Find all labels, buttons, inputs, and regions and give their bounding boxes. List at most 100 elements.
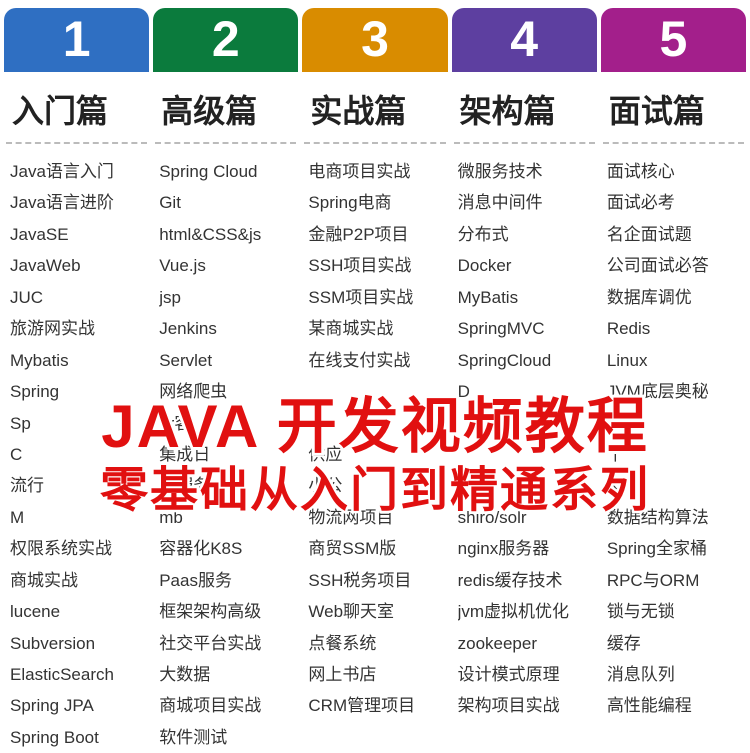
list-item: 集成日	[159, 439, 292, 470]
column-5: 5 面试篇 面试核心面试必考名企面试题公司面试必答数据库调优RedisLinux…	[601, 8, 746, 750]
column-header-5: 5	[601, 8, 746, 72]
column-4: 4 架构篇 微服务技术消息中间件分布式DockerMyBatisSpringMV…	[452, 8, 597, 750]
list-item: 千	[607, 439, 740, 470]
list-item: Git	[159, 187, 292, 218]
list-item	[308, 376, 441, 407]
list-item: 面试必考	[607, 187, 740, 218]
list-item: Spring Cloud	[159, 156, 292, 187]
column-header-2: 2	[153, 8, 298, 72]
column-header-3: 3	[302, 8, 447, 72]
list-item: 物流网项目	[308, 502, 441, 533]
list-item	[458, 439, 591, 470]
column-number-4: 4	[452, 14, 597, 64]
list-item: 架构项目实战	[458, 690, 591, 721]
list-item: Linux	[607, 345, 740, 376]
list-item: Spring JPA	[10, 690, 143, 721]
list-item: 名企面试题	[607, 219, 740, 250]
list-item: nginx服务器	[458, 533, 591, 564]
list-item: SSM项目实战	[308, 282, 441, 313]
list-item: 微服务	[159, 470, 292, 501]
list-item: D	[458, 376, 591, 407]
column-items-2: Spring CloudGithtml&CSS&jsVue.jsjspJenki…	[153, 156, 298, 753]
list-item: 旅游网实战	[10, 313, 143, 344]
list-item: jvm虚拟机优化	[458, 596, 591, 627]
list-item: 分布式	[458, 219, 591, 250]
column-title-5: 面试篇	[603, 72, 744, 144]
list-item: 微服务技术	[458, 156, 591, 187]
column-title-3: 实战篇	[304, 72, 445, 144]
list-item: SpringCloud	[458, 345, 591, 376]
list-item: shiro/solr	[458, 502, 591, 533]
list-item: 容器化K8S	[159, 533, 292, 564]
column-3: 3 实战篇 电商项目实战Spring电商金融P2P项目SSH项目实战SSM项目实…	[302, 8, 447, 750]
list-item: 小公	[308, 470, 441, 501]
list-item: 公司面试必答	[607, 250, 740, 281]
column-2: 2 高级篇 Spring CloudGithtml&CSS&jsVue.jsjs…	[153, 8, 298, 750]
list-item: 某商城实战	[308, 313, 441, 344]
list-item: mb	[159, 502, 292, 533]
column-1: 1 入门篇 Java语言入门Java语言进阶JavaSEJavaWebJUC旅游…	[4, 8, 149, 750]
list-item: SSH税务项目	[308, 565, 441, 596]
list-item: html&CSS&js	[159, 219, 292, 250]
column-title-2: 高级篇	[155, 72, 296, 144]
list-item: 电商项目实战	[308, 156, 441, 187]
list-item: Spring电商	[308, 187, 441, 218]
list-item: 网络爬虫	[159, 376, 292, 407]
list-item: 网上书店	[308, 659, 441, 690]
list-item: Spring Boot	[10, 722, 143, 753]
columns-container: 1 入门篇 Java语言入门Java语言进阶JavaSEJavaWebJUC旅游…	[0, 0, 750, 750]
list-item: zookeeper	[458, 628, 591, 659]
list-item: 框架架构高级	[159, 596, 292, 627]
list-item: JVM底层奥秘	[607, 376, 740, 407]
column-number-2: 2	[153, 14, 298, 64]
list-item: Sp	[10, 408, 143, 439]
list-item	[607, 408, 740, 439]
list-item: 消息队列	[607, 659, 740, 690]
list-item: 数据库调优	[607, 282, 740, 313]
list-item: 面试核心	[607, 156, 740, 187]
list-item: 数据结构算法	[607, 502, 740, 533]
list-item: 消息中间件	[458, 187, 591, 218]
list-item: 设计模式原理	[458, 659, 591, 690]
column-header-1: 1	[4, 8, 149, 72]
list-item: JavaSE	[10, 219, 143, 250]
list-item: Subversion	[10, 628, 143, 659]
list-item: ElasticSearch	[10, 659, 143, 690]
list-item: Java语言进阶	[10, 187, 143, 218]
list-item: er客	[159, 408, 292, 439]
list-item: Vue.js	[159, 250, 292, 281]
column-number-1: 1	[4, 14, 149, 64]
list-item: MyBatis	[458, 282, 591, 313]
list-item: 流行	[10, 470, 143, 501]
column-items-4: 微服务技术消息中间件分布式DockerMyBatisSpringMVCSprin…	[452, 156, 597, 722]
column-title-1: 入门篇	[6, 72, 147, 144]
list-item: 权限系统实战	[10, 533, 143, 564]
column-items-1: Java语言入门Java语言进阶JavaSEJavaWebJUC旅游网实战Myb…	[4, 156, 149, 753]
column-number-5: 5	[601, 14, 746, 64]
list-item	[308, 408, 441, 439]
list-item: Docker	[458, 250, 591, 281]
list-item: Redis	[607, 313, 740, 344]
list-item: 发	[607, 470, 740, 501]
list-item	[458, 470, 591, 501]
list-item: 社交平台实战	[159, 628, 292, 659]
list-item: SpringMVC	[458, 313, 591, 344]
column-title-4: 架构篇	[454, 72, 595, 144]
list-item: 供应	[308, 439, 441, 470]
column-items-3: 电商项目实战Spring电商金融P2P项目SSH项目实战SSM项目实战某商城实战…	[302, 156, 447, 722]
list-item: Spring全家桶	[607, 533, 740, 564]
list-item: Java语言入门	[10, 156, 143, 187]
list-item: Mybatis	[10, 345, 143, 376]
list-item: 在线支付实战	[308, 345, 441, 376]
list-item: Servlet	[159, 345, 292, 376]
list-item: lucene	[10, 596, 143, 627]
list-item: jsp	[159, 282, 292, 313]
column-number-3: 3	[302, 14, 447, 64]
list-item: 金融P2P项目	[308, 219, 441, 250]
list-item: 软件测试	[159, 722, 292, 753]
column-header-4: 4	[452, 8, 597, 72]
list-item: C	[10, 439, 143, 470]
list-item: Paas服务	[159, 565, 292, 596]
list-item: 高性能编程	[607, 690, 740, 721]
list-item: Spring	[10, 376, 143, 407]
